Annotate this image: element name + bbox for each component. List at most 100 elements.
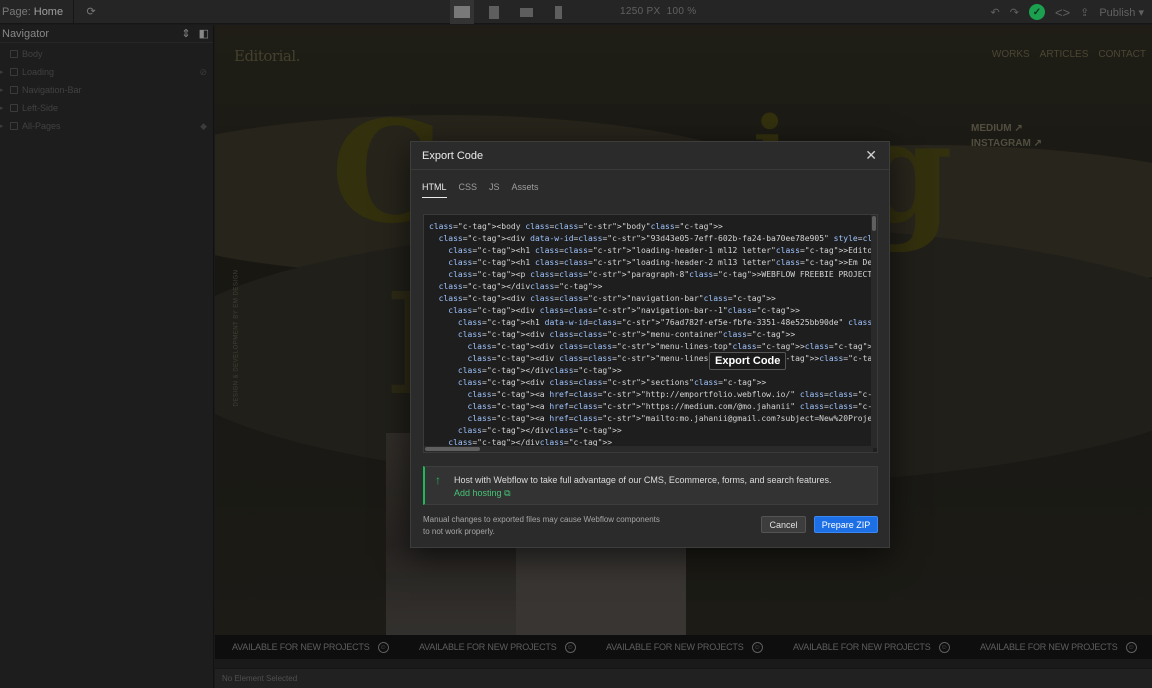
code-line: class="c-tag"><h1 class=class="c-str">"l…	[448, 258, 877, 267]
code-line: class="c-tag"><div class=class="c-str">"…	[438, 294, 776, 303]
code-viewer[interactable]: class="c-tag"><body class=class="c-str">…	[423, 214, 878, 453]
tree-item-body[interactable]: Body	[0, 45, 213, 63]
social-instagram: INSTAGRAM ↗	[971, 138, 1042, 149]
code-line: class="c-tag"><div class=class="c-str">"…	[467, 342, 878, 351]
code-line: class="c-tag"><div class=class="c-str">"…	[467, 354, 878, 363]
symbol-icon: ◆	[200, 120, 207, 131]
tablet-breakpoint-icon[interactable]	[482, 0, 506, 24]
horizontal-scrollbar[interactable]	[424, 446, 873, 452]
tree-item-label: Loading	[22, 67, 55, 77]
tree-item-label: All-Pages	[22, 121, 61, 131]
element-box-icon	[10, 50, 18, 58]
canvas-size-readout: 1250 PX 100 %	[620, 6, 697, 17]
code-line: class="c-tag"><h1 class=class="c-str">"l…	[448, 246, 877, 255]
export-tabs: HTML CSS JS Assets	[422, 182, 539, 198]
vertical-scrollbar[interactable]	[871, 215, 877, 448]
site-nav-works: WORKS	[991, 49, 1030, 60]
publish-label: Publish	[1099, 6, 1136, 19]
close-icon[interactable]: ✕	[865, 147, 877, 164]
selection-status: No Element Selected	[222, 674, 298, 683]
dialog-header: Export Code ✕	[411, 142, 889, 170]
export-code-dialog: Export Code ✕ HTML CSS JS Assets class="…	[410, 141, 890, 548]
banner-item: AVAILABLE FOR NEW PROJECTS ☺	[793, 641, 963, 653]
element-tree: Body ▸ Loading ⊘ ▸ Navigation-Bar ▸ Left-Sid…	[0, 43, 213, 135]
smiley-icon: ☺	[938, 641, 950, 653]
tree-item-label: Left-Side	[22, 103, 59, 113]
banner-item: AVAILABLE FOR NEW PROJECTS ☺	[232, 641, 402, 653]
add-hosting-link[interactable]: Add hosting ⧉	[454, 488, 511, 499]
code-line: class="c-tag"><p class=class="c-str">"pa…	[448, 270, 877, 279]
status-check-icon[interactable]: ✓	[1028, 4, 1045, 20]
pin-panel-icon[interactable]: ◧	[199, 27, 209, 40]
element-box-icon	[10, 104, 18, 112]
mobile-landscape-breakpoint-icon[interactable]	[514, 0, 538, 24]
refresh-icon[interactable]: ⟳	[80, 2, 102, 22]
tree-item-navigation-bar[interactable]: ▸ Navigation-Bar	[0, 81, 213, 99]
smiley-icon: ☺	[377, 641, 389, 653]
top-toolbar: Page: Home ⟳ ⋮ 1250 PX 100 % ↶ ↷ ✓ <> ⇪ …	[0, 0, 1152, 24]
code-line: class="c-tag"><a href=class="c-str">"htt…	[467, 390, 877, 399]
tab-js[interactable]: JS	[489, 182, 500, 198]
code-line: class="c-tag"><div class=class="c-str">"…	[448, 306, 800, 315]
export-warning-note: Manual changes to exported files may cau…	[423, 515, 660, 536]
element-box-icon	[10, 68, 18, 76]
banner-item: AVAILABLE FOR NEW PROJECTS ☺	[606, 641, 776, 653]
site-nav: WORKS ARTICLES CONTACT	[992, 49, 1146, 60]
social-links: MEDIUM ↗ INSTAGRAM ↗	[971, 121, 1042, 151]
hosting-callout: ↑ Host with Webflow to take full advanta…	[423, 466, 878, 505]
tree-item-left-side[interactable]: ▸ Left-Side	[0, 99, 213, 117]
mobile-portrait-breakpoint-icon[interactable]	[546, 0, 570, 24]
code-line: class="c-tag"><a href=class="c-str">"htt…	[467, 402, 877, 411]
publish-button[interactable]: Publish ▾	[1099, 6, 1144, 19]
navigator-panel: Navigator ⇕ ◧ Body ▸ Loading ⊘ ▸ Navigation…	[0, 25, 214, 688]
code-line: class="c-tag"><a href=class="c-str">"mai…	[467, 414, 878, 423]
code-content[interactable]: class="c-tag"><body class=class="c-str">…	[429, 221, 878, 449]
tab-html[interactable]: HTML	[422, 182, 447, 198]
page-name: Home	[33, 5, 64, 18]
zoom-level: 100 %	[666, 6, 697, 17]
desktop-breakpoint-icon[interactable]	[450, 0, 474, 24]
hidden-icon: ⊘	[199, 66, 207, 77]
code-line: class="c-tag"></divclass="c-tag">>	[457, 366, 622, 375]
code-line: class="c-tag"><body class=class="c-str">…	[429, 222, 723, 231]
navigator-header: Navigator ⇕ ◧	[0, 25, 213, 43]
tree-item-label: Body	[22, 49, 43, 59]
smiley-icon: ☺	[564, 641, 576, 653]
divider	[73, 0, 75, 24]
page-selector[interactable]: Page: Home	[0, 6, 63, 18]
vertical-credit-text: DESIGN & DEVELOPMENT BY EM DESIGN	[233, 269, 240, 407]
tree-item-loading[interactable]: ▸ Loading ⊘	[0, 63, 213, 81]
page-label: Page:	[2, 5, 31, 18]
code-line: class="c-tag"></divclass="c-tag">>	[457, 426, 622, 435]
top-right-actions: ↶ ↷ ✓ <> ⇪ Publish ▾	[991, 0, 1144, 24]
cancel-button[interactable]: Cancel	[761, 516, 806, 533]
code-line: class="c-tag"><div data-w-id=class="c-st…	[438, 234, 877, 243]
code-icon[interactable]: <>	[1055, 5, 1070, 20]
external-link-icon: ⧉	[504, 488, 511, 498]
smiley-icon: ☺	[1125, 641, 1137, 653]
tab-assets[interactable]: Assets	[512, 182, 539, 198]
prepare-zip-button[interactable]: Prepare ZIP	[814, 516, 878, 533]
redo-icon[interactable]: ↷	[1010, 6, 1019, 19]
element-box-icon	[10, 86, 18, 94]
element-box-icon	[10, 122, 18, 130]
banner-item: AVAILABLE FOR NEW PROJECTS ☺	[980, 641, 1150, 653]
banner-item: AVAILABLE FOR NEW PROJECTS ☺	[419, 641, 589, 653]
smiley-icon: ☺	[751, 641, 763, 653]
breakpoint-selector	[450, 0, 570, 24]
tree-item-all-pages[interactable]: ▸ All-Pages ◆	[0, 117, 213, 135]
code-line: class="c-tag"><div class=class="c-str">"…	[457, 378, 767, 387]
dialog-title: Export Code	[422, 149, 484, 162]
sort-icon[interactable]: ⇕	[181, 27, 190, 40]
share-icon[interactable]: ⇪	[1080, 6, 1089, 19]
canvas-width: 1250 PX	[620, 6, 661, 17]
code-line: class="c-tag"><div class=class="c-str">"…	[457, 330, 796, 339]
undo-icon[interactable]: ↶	[991, 6, 1000, 19]
code-line: class="c-tag"></divclass="c-tag">>	[438, 282, 603, 291]
tree-item-label: Navigation-Bar	[22, 85, 82, 95]
tab-css[interactable]: CSS	[459, 182, 478, 198]
webflow-designer: Page: Home ⟳ ⋮ 1250 PX 100 % ↶ ↷ ✓ <> ⇪ …	[0, 0, 1152, 688]
tooltip: Export Code	[709, 352, 787, 370]
status-bar: No Element Selected	[215, 668, 1152, 688]
navigator-title: Navigator	[2, 27, 50, 40]
